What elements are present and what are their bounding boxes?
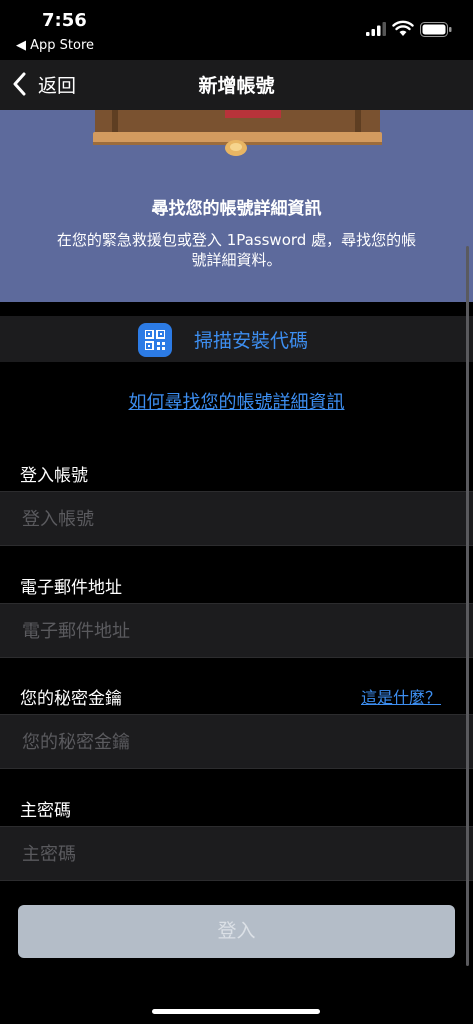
sign-in-address-input[interactable] <box>20 492 454 547</box>
battery-icon <box>420 22 452 37</box>
scan-setup-code-button[interactable]: 掃描安裝代碼 <box>0 316 473 362</box>
secret-key-label: 您的秘密金鑰 <box>20 689 122 709</box>
sign-in-address-field <box>0 491 473 547</box>
sign-in-button[interactable]: 登入 <box>18 905 455 958</box>
find-account-details-link[interactable]: 如何尋找您的帳號詳細資訊 <box>0 388 473 414</box>
back-to-app-store[interactable]: ◀ App Store <box>16 38 94 53</box>
page-title: 新增帳號 <box>198 75 275 97</box>
header-panel: 尋找您的帳號詳細資訊 在您的緊急救援包或登入 1Password 處，尋找您的帳… <box>0 110 473 302</box>
header-title: 尋找您的帳號詳細資訊 <box>151 199 322 219</box>
master-password-input[interactable] <box>20 827 454 882</box>
email-field <box>0 603 473 659</box>
secret-key-field <box>0 714 473 770</box>
scan-setup-code-label: 掃描安裝代碼 <box>194 330 309 352</box>
header-description: 在您的緊急救援包或登入 1Password 處，尋找您的帳號詳細資料。 <box>56 231 417 269</box>
scrollbar[interactable] <box>466 246 469 966</box>
wifi-icon <box>392 20 414 36</box>
email-input[interactable] <box>20 604 454 659</box>
qr-code-icon <box>138 323 172 357</box>
cabinet-illustration <box>93 110 382 156</box>
cellular-signal-icon <box>366 22 386 36</box>
master-password-field <box>0 826 473 882</box>
email-label: 電子郵件地址 <box>20 578 122 598</box>
status-bar: 7:56 ◀ App Store <box>0 0 473 64</box>
home-indicator[interactable] <box>152 1009 320 1014</box>
whats-this-link[interactable]: 這是什麼？ <box>361 684 441 708</box>
secret-key-input[interactable] <box>20 715 454 770</box>
sign-in-address-label: 登入帳號 <box>20 466 88 486</box>
navigation-bar: 返回 新增帳號 <box>0 60 473 110</box>
status-time: 7:56 <box>42 10 87 31</box>
master-password-label: 主密碼 <box>20 801 71 821</box>
